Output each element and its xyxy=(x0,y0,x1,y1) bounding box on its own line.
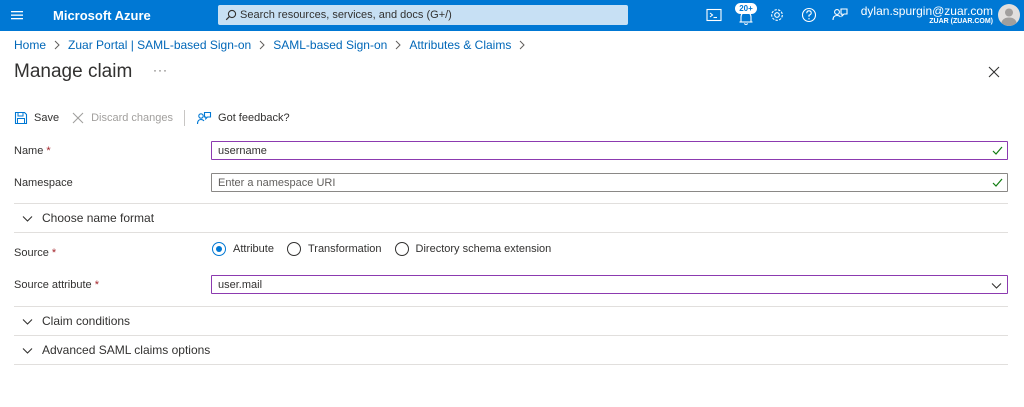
name-label: Name * xyxy=(14,145,51,157)
global-search[interactable] xyxy=(218,5,628,25)
brand-title[interactable]: Microsoft Azure xyxy=(53,8,151,23)
help-icon[interactable] xyxy=(800,6,818,24)
chevron-down-icon xyxy=(22,347,33,354)
name-field[interactable] xyxy=(211,141,1008,160)
hamburger-icon[interactable] xyxy=(10,8,24,22)
section-divider xyxy=(14,203,1008,204)
name-input[interactable] xyxy=(218,142,978,159)
advanced-saml-options-toggle[interactable]: Advanced SAML claims options xyxy=(22,343,210,357)
choose-name-format-label: Choose name format xyxy=(42,211,155,225)
user-name[interactable]: dylan.spurgin@zuar.com xyxy=(861,4,993,18)
required-mark: * xyxy=(51,247,57,259)
save-label: Save xyxy=(34,112,60,124)
namespace-field[interactable] xyxy=(211,173,1008,192)
chevron-down-icon xyxy=(991,283,1002,289)
source-option-label: Attribute xyxy=(233,243,274,255)
source-attribute-dropdown[interactable] xyxy=(211,275,1008,294)
section-divider xyxy=(14,364,1008,365)
chevron-right-icon xyxy=(519,40,526,50)
source-attribute-value[interactable] xyxy=(218,276,978,293)
avatar-person-icon xyxy=(1001,8,1017,26)
source-option-label: Directory schema extension xyxy=(415,243,552,255)
chevron-down-icon xyxy=(22,215,33,222)
namespace-label: Namespace xyxy=(14,177,73,189)
settings-icon[interactable] xyxy=(768,6,786,24)
toolbar-divider xyxy=(184,110,186,126)
source-attribute-label-text: Source attribute xyxy=(14,279,92,291)
breadcrumb-home[interactable]: Home xyxy=(14,38,46,52)
source-option-attribute[interactable]: Attribute xyxy=(212,242,274,256)
namespace-input[interactable] xyxy=(218,174,978,191)
close-icon[interactable] xyxy=(986,64,1002,80)
valid-check-icon xyxy=(992,146,1003,155)
source-option-label: Transformation xyxy=(307,243,382,255)
feedback-person-icon xyxy=(196,111,212,125)
claim-conditions-label: Claim conditions xyxy=(42,314,131,328)
save-button[interactable]: Save xyxy=(14,108,59,128)
feedback-icon[interactable] xyxy=(831,6,849,24)
chevron-right-icon xyxy=(54,40,60,50)
radio-button[interactable] xyxy=(286,242,301,256)
search-icon xyxy=(225,9,237,21)
command-bar: Save Discard changes Got feedback? xyxy=(14,108,290,128)
avatar[interactable] xyxy=(998,4,1020,26)
source-attribute-label: Source attribute * xyxy=(14,279,99,291)
search-input[interactable] xyxy=(240,5,620,25)
more-options-icon[interactable]: ··· xyxy=(153,64,167,78)
feedback-button[interactable]: Got feedback? xyxy=(196,108,290,128)
breadcrumb-saml-sign-on[interactable]: SAML-based Sign-on xyxy=(273,38,387,52)
source-option-transformation[interactable]: Transformation xyxy=(286,242,382,256)
choose-name-format-toggle[interactable]: Choose name format xyxy=(22,211,154,225)
name-label-text: Name xyxy=(14,145,44,157)
required-mark: * xyxy=(46,145,51,157)
chevron-down-icon xyxy=(22,318,33,325)
source-option-directory-schema-extension[interactable]: Directory schema extension xyxy=(394,242,552,256)
radio-button-checked[interactable] xyxy=(212,242,226,256)
valid-check-icon xyxy=(992,178,1003,187)
user-tenant[interactable]: ZUAR (ZUAR.COM) xyxy=(929,18,993,25)
breadcrumb-attributes-claims[interactable]: Attributes & Claims xyxy=(409,38,511,52)
section-divider xyxy=(14,335,1008,336)
page-title: Manage claim xyxy=(14,61,133,82)
source-label-text: Source xyxy=(14,247,49,259)
discard-icon xyxy=(72,112,84,124)
breadcrumb: Home Zuar Portal | SAML-based Sign-on SA… xyxy=(14,38,533,52)
required-mark: * xyxy=(94,279,99,291)
top-bar: Microsoft Azure 20+ dylan.spurgin@zuar.c… xyxy=(0,0,1024,31)
radio-button[interactable] xyxy=(394,242,409,256)
advanced-saml-options-label: Advanced SAML claims options xyxy=(42,343,211,357)
source-radio-group: Attribute Transformation Directory schem… xyxy=(212,242,564,256)
section-divider xyxy=(14,306,1008,307)
discard-label: Discard changes xyxy=(91,112,174,124)
chevron-right-icon xyxy=(395,40,402,50)
save-icon xyxy=(14,111,28,125)
claim-conditions-toggle[interactable]: Claim conditions xyxy=(22,314,130,328)
section-divider xyxy=(14,232,1008,233)
feedback-label: Got feedback? xyxy=(218,112,290,124)
cloud-shell-icon[interactable] xyxy=(705,6,723,24)
discard-changes-button[interactable]: Discard changes xyxy=(71,108,173,128)
notification-badge: 20+ xyxy=(735,3,757,14)
breadcrumb-zuar-portal[interactable]: Zuar Portal | SAML-based Sign-on xyxy=(68,38,251,52)
chevron-right-icon xyxy=(259,40,265,50)
source-label: Source * xyxy=(14,247,56,259)
